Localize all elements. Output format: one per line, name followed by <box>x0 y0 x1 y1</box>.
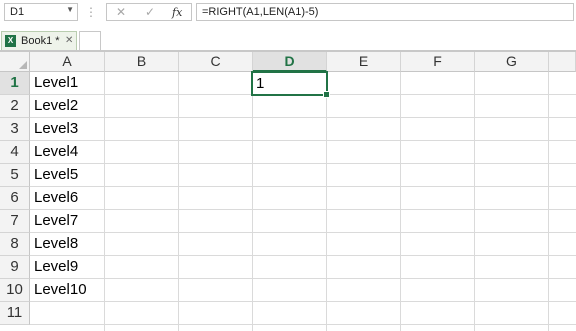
insert-function-icon[interactable]: fx <box>172 6 182 19</box>
enter-icon[interactable]: ✓ <box>145 5 155 19</box>
gridline-vertical <box>178 72 179 331</box>
cell-a3[interactable]: Level3 <box>30 118 105 140</box>
formula-text: =RIGHT(A1,LEN(A1)-5) <box>202 6 319 18</box>
gridline-vertical <box>548 72 549 331</box>
row-header-11[interactable]: 11 <box>0 302 30 325</box>
row-header-7[interactable]: 7 <box>0 210 30 233</box>
cell-a10[interactable]: Level10 <box>30 279 105 301</box>
column-header-a[interactable]: A <box>30 52 105 72</box>
gridline-horizontal <box>30 232 576 233</box>
row-header-9[interactable]: 9 <box>0 256 30 279</box>
cell-a4[interactable]: Level4 <box>30 141 105 163</box>
name-box[interactable]: D1 ▼ <box>4 3 78 21</box>
cell-a2[interactable]: Level2 <box>30 95 105 117</box>
row-header-8[interactable]: 8 <box>0 233 30 256</box>
gridline-vertical <box>252 72 253 331</box>
gridline-horizontal <box>30 255 576 256</box>
gridline-horizontal <box>30 301 576 302</box>
gridline-vertical <box>400 72 401 331</box>
formula-bar-grip-icon: ⋮ <box>85 5 97 19</box>
row-header-3[interactable]: 3 <box>0 118 30 141</box>
row-header-10[interactable]: 10 <box>0 279 30 302</box>
column-header-d[interactable]: D <box>253 52 327 72</box>
excel-icon: X <box>5 35 16 47</box>
gridline-horizontal <box>30 140 576 141</box>
gridline-vertical <box>474 72 475 331</box>
cell-a1[interactable]: Level1 <box>30 72 105 94</box>
gridline-horizontal <box>30 117 576 118</box>
active-cell-d1[interactable]: 1 <box>251 71 330 98</box>
gridline-vertical <box>326 72 327 331</box>
spreadsheet-grid: A B C D E F G 1 Level1 2 Level2 3 Level3 4 Level4 5 Leve… <box>0 52 576 331</box>
new-tab-button[interactable] <box>79 31 101 52</box>
cell-a5[interactable]: Level5 <box>30 164 105 186</box>
formula-bar: D1 ▼ ⋮ ✕ ✓ fx =RIGHT(A1,LEN(A1)-5) <box>0 0 576 26</box>
gridline-horizontal <box>30 186 576 187</box>
formula-buttons: ✕ ✓ fx <box>106 3 192 21</box>
row-header-6[interactable]: 6 <box>0 187 30 210</box>
row-header-4[interactable]: 4 <box>0 141 30 164</box>
column-header-c[interactable]: C <box>179 52 253 72</box>
name-box-value: D1 <box>10 6 25 18</box>
workbook-tab[interactable]: X Book1 * ✕ <box>1 31 77 52</box>
cell-a6[interactable]: Level6 <box>30 187 105 209</box>
formula-input[interactable]: =RIGHT(A1,LEN(A1)-5) <box>196 3 574 21</box>
column-header-e[interactable]: E <box>327 52 401 72</box>
workbook-tab-bar: X Book1 * ✕ <box>0 26 576 52</box>
cell-a8[interactable]: Level8 <box>30 233 105 255</box>
column-header-b[interactable]: B <box>105 52 179 72</box>
active-cell-value: 1 <box>256 75 265 92</box>
cell-a9[interactable]: Level9 <box>30 256 105 278</box>
gridline-horizontal <box>30 324 576 325</box>
column-header-partial[interactable] <box>549 52 576 72</box>
gridline-horizontal <box>30 163 576 164</box>
row-header-2[interactable]: 2 <box>0 95 30 118</box>
column-header-f[interactable]: F <box>401 52 475 72</box>
row-header-1[interactable]: 1 <box>0 72 30 95</box>
close-icon[interactable]: ✕ <box>65 35 73 46</box>
chevron-down-icon[interactable]: ▼ <box>66 5 74 14</box>
row-header-5[interactable]: 5 <box>0 164 30 187</box>
column-header-g[interactable]: G <box>475 52 549 72</box>
select-all-button[interactable] <box>0 52 30 72</box>
workbook-title: Book1 * <box>21 35 60 47</box>
fill-handle[interactable] <box>323 91 330 98</box>
gridline-horizontal <box>30 278 576 279</box>
gridline-horizontal <box>30 209 576 210</box>
cancel-icon[interactable]: ✕ <box>116 5 126 19</box>
cell-a7[interactable]: Level7 <box>30 210 105 232</box>
select-all-icon <box>19 61 27 69</box>
